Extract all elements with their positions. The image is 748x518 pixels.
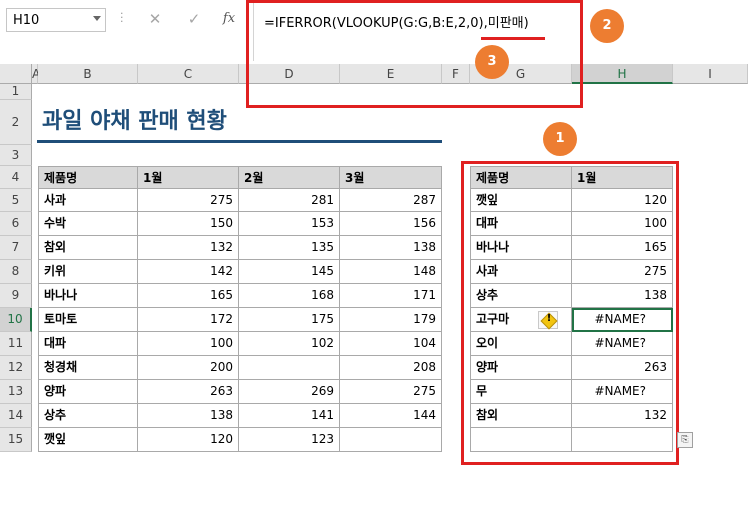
left-table-cell[interactable]: 287 (340, 189, 442, 212)
left-table-cell[interactable]: 청경채 (38, 356, 138, 380)
active-cell-h10[interactable]: #NAME? (572, 308, 673, 332)
row-header-14[interactable]: 14 (0, 404, 32, 428)
row-header-10[interactable]: 10 (0, 308, 32, 332)
left-table-cell[interactable]: 148 (340, 260, 442, 284)
row-header-1[interactable]: 1 (0, 84, 32, 100)
left-table-cell[interactable]: 토마토 (38, 308, 138, 332)
left-table-cell[interactable]: 145 (239, 260, 340, 284)
left-table-cell[interactable]: 양파 (38, 380, 138, 404)
left-table-cell[interactable]: 138 (138, 404, 239, 428)
left-table-cell[interactable]: 깻잎 (38, 428, 138, 452)
row-header-12[interactable]: 12 (0, 356, 32, 380)
column-header-b[interactable]: B (38, 64, 138, 84)
left-table-cell[interactable]: 175 (239, 308, 340, 332)
callout-2: 2 (590, 9, 624, 43)
left-table-cell[interactable]: 275 (340, 380, 442, 404)
left-table-cell[interactable]: 102 (239, 332, 340, 356)
left-table-cell[interactable]: 156 (340, 212, 442, 236)
row-header-15[interactable]: 15 (0, 428, 32, 452)
left-table-cell[interactable]: 165 (138, 284, 239, 308)
row-header-4[interactable]: 4 (0, 166, 32, 189)
row-header-3[interactable]: 3 (0, 145, 32, 166)
left-table-cell[interactable]: 141 (239, 404, 340, 428)
left-table-cell[interactable]: 키위 (38, 260, 138, 284)
row-header-13[interactable]: 13 (0, 380, 32, 404)
left-table-cell[interactable]: 200 (138, 356, 239, 380)
left-table-cell[interactable] (340, 428, 442, 452)
left-table-cell[interactable]: 대파 (38, 332, 138, 356)
left-table-cell[interactable]: 281 (239, 189, 340, 212)
left-table-cell[interactable]: 171 (340, 284, 442, 308)
callout-1: 1 (543, 122, 577, 156)
left-table-cell[interactable] (239, 356, 340, 380)
left-table-cell[interactable]: 172 (138, 308, 239, 332)
left-table-cell[interactable]: 150 (138, 212, 239, 236)
row-header-11[interactable]: 11 (0, 332, 32, 356)
left-table-cell[interactable]: 수박 (38, 212, 138, 236)
title-underline (37, 140, 442, 143)
callout-3: 3 (475, 45, 509, 79)
row-header-2[interactable]: 2 (0, 100, 32, 145)
column-header-h[interactable]: H (572, 64, 673, 84)
left-table-cell[interactable]: 135 (239, 236, 340, 260)
left-table-cell[interactable]: 바나나 (38, 284, 138, 308)
left-table-cell[interactable]: 168 (239, 284, 340, 308)
left-table-cell[interactable]: 269 (239, 380, 340, 404)
row-header-5[interactable]: 5 (0, 189, 32, 212)
row-header-6[interactable]: 6 (0, 212, 32, 236)
formula-highlight-box (246, 0, 583, 108)
left-table-cell[interactable]: 104 (340, 332, 442, 356)
row-header-7[interactable]: 7 (0, 236, 32, 260)
row-header-9[interactable]: 9 (0, 284, 32, 308)
left-table-header-cell[interactable]: 2월 (239, 166, 340, 189)
left-table-cell[interactable]: 132 (138, 236, 239, 260)
left-table-cell[interactable]: 참외 (38, 236, 138, 260)
left-table-cell[interactable]: 상추 (38, 404, 138, 428)
column-header-c[interactable]: C (138, 64, 239, 84)
left-table-cell[interactable]: 153 (239, 212, 340, 236)
left-table-header-cell[interactable]: 1월 (138, 166, 239, 189)
paste-options-icon[interactable]: ⎘ (677, 432, 693, 448)
left-table-cell[interactable]: 208 (340, 356, 442, 380)
left-table-cell[interactable]: 138 (340, 236, 442, 260)
name-box[interactable]: H10 (6, 8, 106, 32)
warning-mark: ! (546, 313, 552, 324)
page-title: 과일 야채 판매 현황 (42, 109, 227, 134)
left-table-cell[interactable]: 144 (340, 404, 442, 428)
left-table-cell[interactable]: 100 (138, 332, 239, 356)
exclamation-diamond-icon[interactable]: ! (538, 311, 558, 330)
splitter-handle[interactable]: · · · (120, 8, 124, 27)
enter-icon[interactable]: ✓ (183, 10, 205, 28)
row-header-8[interactable]: 8 (0, 260, 32, 284)
left-table-cell[interactable]: 123 (239, 428, 340, 452)
left-table-header-cell[interactable]: 3월 (340, 166, 442, 189)
left-table-cell[interactable]: 263 (138, 380, 239, 404)
column-header-i[interactable]: I (673, 64, 748, 84)
left-table-header-cell[interactable]: 제품명 (38, 166, 138, 189)
left-table-cell[interactable]: 275 (138, 189, 239, 212)
insert-function-icon[interactable]: fx (218, 11, 240, 26)
left-table-cell[interactable]: 사과 (38, 189, 138, 212)
select-all-corner[interactable] (0, 64, 32, 84)
left-table-cell[interactable]: 120 (138, 428, 239, 452)
cancel-icon[interactable]: ✕ (144, 10, 166, 28)
left-table-cell[interactable]: 179 (340, 308, 442, 332)
left-table-cell[interactable]: 142 (138, 260, 239, 284)
name-box-value: H10 (13, 13, 40, 28)
chevron-down-icon[interactable] (93, 16, 101, 21)
